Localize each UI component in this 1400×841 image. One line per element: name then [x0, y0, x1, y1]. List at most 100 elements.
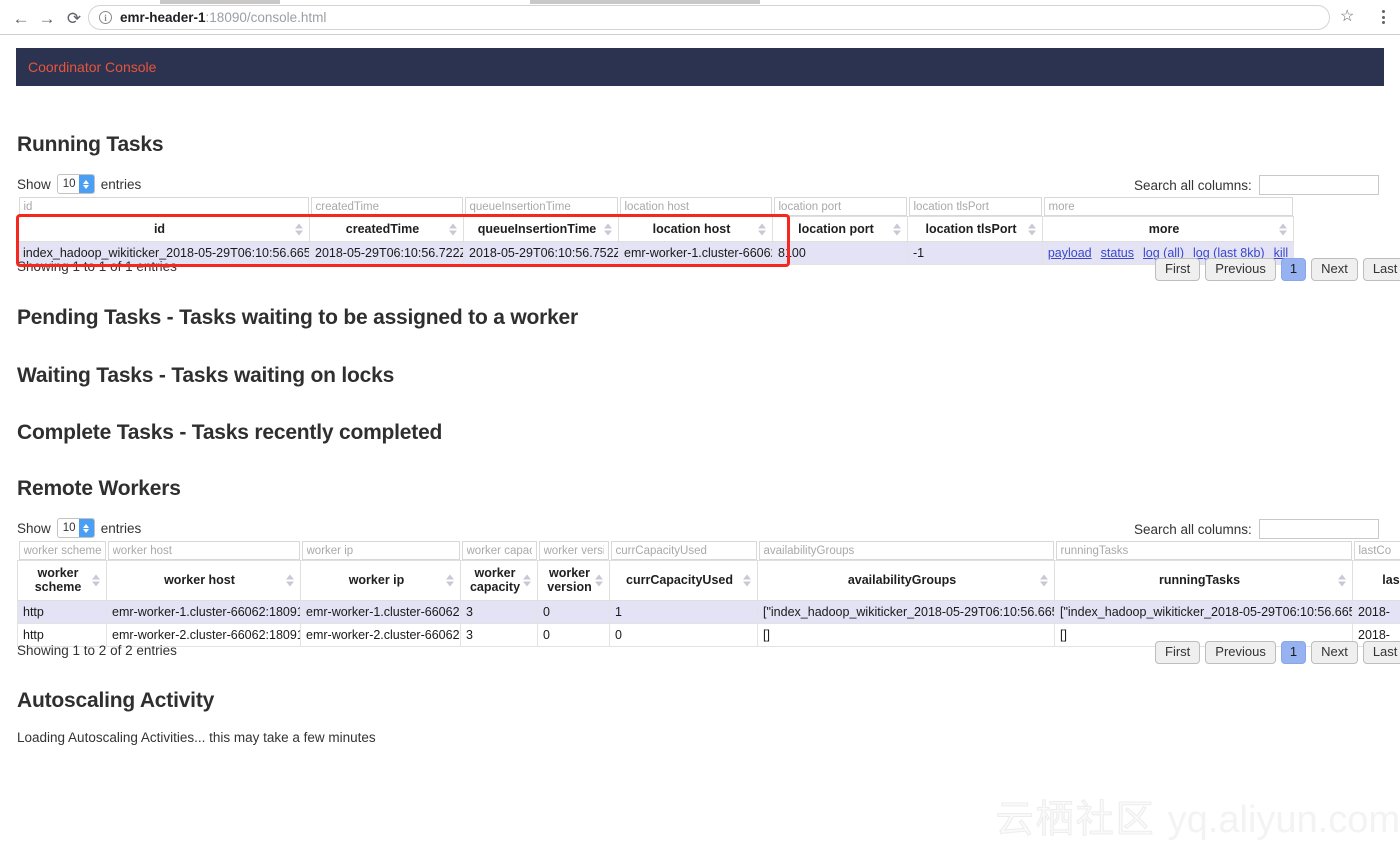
filter-input-worker-capacity[interactable]	[461, 541, 537, 560]
pagination-last[interactable]: Last	[1362, 641, 1400, 664]
sort-icon[interactable]	[595, 574, 604, 587]
filter-input-id[interactable]	[18, 197, 309, 216]
sort-icon[interactable]	[1279, 223, 1288, 236]
sort-icon[interactable]	[758, 223, 767, 236]
remote-workers-pagination: First Previous 1 Next Last	[1155, 641, 1400, 664]
pagination-next[interactable]: Next	[1311, 258, 1358, 281]
header-label: las	[1382, 573, 1400, 588]
filter-input-location-port[interactable]	[773, 197, 907, 216]
filter-input-runningtasks[interactable]	[1055, 541, 1352, 560]
sort-icon[interactable]	[1040, 574, 1049, 587]
sort-icon[interactable]	[1028, 223, 1037, 236]
sort-icon[interactable]	[893, 223, 902, 236]
filter-cell	[772, 197, 908, 217]
column-header-worker-scheme[interactable]: worker scheme	[17, 560, 107, 601]
column-header-worker-ip[interactable]: worker ip	[300, 560, 461, 601]
filter-input-location-host[interactable]	[619, 197, 772, 216]
filter-input-currcapacityused[interactable]	[610, 541, 757, 560]
sort-icon[interactable]	[1338, 574, 1347, 587]
header-label: worker scheme	[34, 566, 82, 595]
remote-workers-table: worker scheme worker host worker ip work…	[17, 541, 1400, 647]
sort-icon[interactable]	[449, 223, 458, 236]
header-label: currCapacityUsed	[626, 573, 733, 588]
sort-icon[interactable]	[295, 223, 304, 236]
three-dot-menu-icon[interactable]	[1376, 8, 1390, 26]
filter-cell	[1352, 541, 1400, 561]
pagination-first[interactable]: First	[1155, 641, 1201, 664]
column-header-worker-capacity[interactable]: worker capacity	[460, 560, 538, 601]
column-header-queueinsertiontime[interactable]: queueInsertionTime	[463, 215, 619, 243]
column-header-location-host[interactable]: location host	[618, 215, 773, 243]
filter-cell	[1054, 541, 1353, 561]
column-header-id[interactable]: id	[17, 215, 310, 243]
pagination-last[interactable]: Last	[1362, 258, 1400, 281]
filter-cell	[618, 197, 773, 217]
page-size-select[interactable]: 10	[56, 174, 95, 194]
cell-availabilitygroups: []	[757, 622, 1055, 647]
column-header-lastcompleted[interactable]: las	[1352, 560, 1400, 601]
pagination-page-1[interactable]: 1	[1280, 258, 1307, 281]
filter-input-worker-version[interactable]	[538, 541, 609, 560]
pagination-previous[interactable]: Previous	[1205, 641, 1276, 664]
cell-worker-version: 0	[537, 622, 610, 647]
sort-icon[interactable]	[604, 223, 613, 236]
page-title-autoscaling: Autoscaling Activity	[17, 689, 215, 712]
filter-input-lastcompleted[interactable]	[1353, 541, 1400, 560]
pagination-page-1[interactable]: 1	[1280, 641, 1307, 664]
column-header-worker-host[interactable]: worker host	[106, 560, 301, 601]
column-header-location-port[interactable]: location port	[772, 215, 908, 243]
remote-workers-filter-row	[17, 541, 1400, 561]
page-content: Coordinator Console Running Tasks Show 1…	[0, 35, 1400, 841]
sort-icon[interactable]	[523, 574, 532, 587]
tab-strip-remnant-left	[160, 0, 280, 4]
remote-workers-header-row: worker scheme worker host worker ip work…	[17, 560, 1400, 601]
sort-icon[interactable]	[743, 574, 752, 587]
column-header-worker-version[interactable]: worker version	[537, 560, 610, 601]
star-outline-icon[interactable]: ☆	[1340, 9, 1354, 25]
filter-input-createdtime[interactable]	[310, 197, 463, 216]
header-label: createdTime	[345, 222, 420, 236]
remote-workers-showing-info: Showing 1 to 2 of 2 entries	[17, 643, 177, 658]
info-circle-icon[interactable]: i	[99, 11, 112, 24]
pagination-next[interactable]: Next	[1311, 641, 1358, 664]
pagination-first[interactable]: First	[1155, 258, 1201, 281]
tab-strip-remnant-right	[530, 0, 760, 4]
pagination-previous[interactable]: Previous	[1205, 258, 1276, 281]
filter-input-worker-host[interactable]	[107, 541, 300, 560]
filter-input-availabilitygroups[interactable]	[758, 541, 1054, 560]
table-row[interactable]: http emr-worker-1.cluster-66062:18091 em…	[17, 599, 1400, 624]
filter-input-location-tlsport[interactable]	[908, 197, 1042, 216]
column-header-location-tlsport[interactable]: location tlsPort	[907, 215, 1043, 243]
filter-input-worker-scheme[interactable]	[18, 541, 106, 560]
table-row[interactable]: index_hadoop_wikiticker_2018-05-29T06:10…	[17, 241, 1294, 266]
column-header-availabilitygroups[interactable]: availabilityGroups	[757, 560, 1055, 601]
page-size-select[interactable]: 10	[56, 518, 95, 538]
column-header-currcapacityused[interactable]: currCapacityUsed	[609, 560, 758, 601]
column-header-createdtime[interactable]: createdTime	[309, 215, 464, 243]
sort-icon[interactable]	[286, 574, 295, 587]
link-payload[interactable]: payload	[1048, 246, 1092, 260]
sort-icon[interactable]	[446, 574, 455, 587]
link-status[interactable]: status	[1101, 246, 1134, 260]
header-label: runningTasks	[1158, 573, 1241, 588]
running-tasks-table: id createdTime queueInsertionTime locati…	[17, 197, 1294, 266]
navbar-brand[interactable]: Coordinator Console	[28, 59, 156, 75]
filter-cell	[537, 541, 610, 561]
watermark-cn: 云栖社区	[995, 797, 1156, 841]
sort-icon[interactable]	[92, 574, 101, 587]
chevron-updown-icon[interactable]	[78, 175, 94, 193]
column-header-runningtasks[interactable]: runningTasks	[1054, 560, 1353, 601]
reload-icon[interactable]: ⟳	[62, 6, 86, 30]
cell-lastcompleted: 2018-	[1352, 599, 1400, 624]
search-input[interactable]	[1258, 175, 1379, 195]
filter-input-more[interactable]	[1043, 197, 1293, 216]
filter-input-queueinsertiontime[interactable]	[464, 197, 618, 216]
header-label: location port	[798, 222, 874, 236]
chevron-updown-icon[interactable]	[78, 519, 94, 537]
address-bar[interactable]: i emr-header-1:18090/console.html	[88, 5, 1330, 30]
search-input[interactable]	[1258, 519, 1379, 539]
back-icon[interactable]: ←	[9, 6, 33, 30]
forward-icon[interactable]: →	[35, 6, 59, 30]
column-header-more[interactable]: more	[1042, 215, 1294, 243]
filter-input-worker-ip[interactable]	[301, 541, 460, 560]
